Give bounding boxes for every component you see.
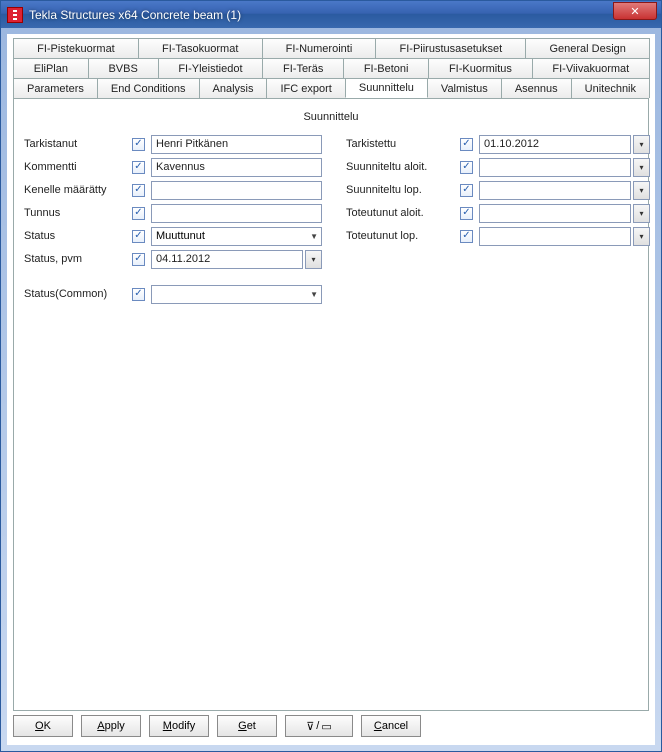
check-status[interactable]: ✓	[132, 230, 145, 243]
tab-fi-tasokuormat[interactable]: FI-Tasokuormat	[138, 38, 263, 58]
label-tarkistanut: Tarkistanut	[24, 138, 132, 150]
label-kenelle: Kenelle määrätty	[24, 184, 132, 196]
label-tarkistettu: Tarkistettu	[346, 138, 460, 150]
toggle-on-icon: ⊽	[306, 720, 314, 733]
input-tot-aloit[interactable]	[479, 204, 631, 223]
input-tunnus[interactable]	[151, 204, 322, 223]
apply-button[interactable]: Apply	[81, 715, 141, 737]
tab-unitechnik[interactable]: Unitechnik	[571, 78, 650, 98]
input-statuspvm[interactable]	[151, 250, 303, 269]
label-suun-lop: Suunniteltu lop.	[346, 184, 460, 196]
check-kommentti[interactable]: ✓	[132, 161, 145, 174]
tab-general-design[interactable]: General Design	[525, 38, 650, 58]
modify-button[interactable]: Modify	[149, 715, 209, 737]
tab-strip: FI-Pistekuormat FI-Tasokuormat FI-Numero…	[13, 38, 649, 98]
check-suun-lop[interactable]: ✓	[460, 184, 473, 197]
label-kommentti: Kommentti	[24, 161, 132, 173]
tab-fi-pistekuormat[interactable]: FI-Pistekuormat	[13, 38, 139, 58]
toggle-on-off[interactable]: ⊽ / ▭	[285, 715, 353, 737]
label-status: Status	[24, 230, 132, 242]
combo-statuscommon[interactable]: ▼	[151, 285, 322, 304]
date-dropdown-statuspvm[interactable]: ▾	[305, 250, 322, 269]
tab-ifc-export[interactable]: IFC export	[266, 78, 345, 98]
tab-analysis[interactable]: Analysis	[199, 78, 268, 98]
tab-parameters[interactable]: Parameters	[13, 78, 98, 98]
app-icon	[7, 7, 23, 23]
tab-bvbs[interactable]: BVBS	[88, 58, 159, 78]
combo-status-value: Muuttunut	[156, 230, 205, 242]
window-title: Tekla Structures x64 Concrete beam (1)	[29, 8, 613, 22]
date-dropdown-suun-lop[interactable]: ▾	[633, 181, 650, 200]
input-suun-lop[interactable]	[479, 181, 631, 200]
combo-status[interactable]: Muuttunut ▼	[151, 227, 322, 246]
close-button[interactable]: ✕	[613, 2, 657, 20]
toggle-divider: /	[316, 720, 319, 732]
check-statuspvm[interactable]: ✓	[132, 253, 145, 266]
tab-end-conditions[interactable]: End Conditions	[97, 78, 200, 98]
label-tunnus: Tunnus	[24, 207, 132, 219]
check-tot-lop[interactable]: ✓	[460, 230, 473, 243]
input-tarkistanut[interactable]	[151, 135, 322, 154]
check-statuscommon[interactable]: ✓	[132, 288, 145, 301]
chevron-down-icon: ▼	[310, 290, 318, 299]
check-tarkistanut[interactable]: ✓	[132, 138, 145, 151]
label-statuscommon: Status(Common)	[24, 288, 132, 300]
tab-fi-kuormitus[interactable]: FI-Kuormitus	[428, 58, 532, 78]
date-dropdown-suun-aloit[interactable]: ▾	[633, 158, 650, 177]
input-suun-aloit[interactable]	[479, 158, 631, 177]
check-tunnus[interactable]: ✓	[132, 207, 145, 220]
client-area: FI-Pistekuormat FI-Tasokuormat FI-Numero…	[1, 28, 661, 751]
tab-valmistus[interactable]: Valmistus	[427, 78, 502, 98]
check-kenelle[interactable]: ✓	[132, 184, 145, 197]
toggle-off-icon: ▭	[321, 720, 331, 733]
cancel-button[interactable]: Cancel	[361, 715, 421, 737]
input-tot-lop[interactable]	[479, 227, 631, 246]
check-suun-aloit[interactable]: ✓	[460, 161, 473, 174]
date-dropdown-tot-lop[interactable]: ▾	[633, 227, 650, 246]
tab-fi-numerointi[interactable]: FI-Numerointi	[262, 38, 377, 58]
titlebar: Tekla Structures x64 Concrete beam (1) ✕	[1, 1, 661, 29]
left-column: Tarkistanut ✓ Kommentti ✓ Kenelle määrät…	[24, 133, 322, 306]
tab-fi-teras[interactable]: FI-Teräs	[262, 58, 344, 78]
right-column: Tarkistettu ✓ ▾ Suunniteltu aloit. ✓ ▾	[346, 133, 650, 306]
tab-suunnittelu[interactable]: Suunnittelu	[345, 78, 428, 98]
tab-fi-yleistiedot[interactable]: FI-Yleistiedot	[158, 58, 264, 78]
date-dropdown-tot-aloit[interactable]: ▾	[633, 204, 650, 223]
input-tarkistettu[interactable]	[479, 135, 631, 154]
label-suun-aloit: Suunniteltu aloit.	[346, 161, 460, 173]
tab-fi-viivakuormat[interactable]: FI-Viivakuormat	[532, 58, 650, 78]
input-kommentti[interactable]	[151, 158, 322, 177]
check-tarkistettu[interactable]: ✓	[460, 138, 473, 151]
button-bar: OK Apply Modify Get ⊽ / ▭ Cancel	[13, 711, 649, 739]
get-button[interactable]: Get	[217, 715, 277, 737]
label-tot-aloit: Toteutunut aloit.	[346, 207, 460, 219]
tab-eliplan[interactable]: EliPlan	[13, 58, 89, 78]
tab-asennus[interactable]: Asennus	[501, 78, 572, 98]
tab-fi-betoni[interactable]: FI-Betoni	[343, 58, 429, 78]
tab-page-suunnittelu: Suunnittelu Tarkistanut ✓ Kommentti ✓ Ke…	[13, 98, 649, 711]
input-kenelle[interactable]	[151, 181, 322, 200]
date-dropdown-tarkistettu[interactable]: ▾	[633, 135, 650, 154]
page-title: Suunnittelu	[24, 111, 638, 123]
tab-fi-piirustusasetukset[interactable]: FI-Piirustusasetukset	[375, 38, 526, 58]
label-statuspvm: Status, pvm	[24, 253, 132, 265]
chevron-down-icon: ▼	[310, 232, 318, 241]
label-tot-lop: Toteutunut lop.	[346, 230, 460, 242]
check-tot-aloit[interactable]: ✓	[460, 207, 473, 220]
ok-button[interactable]: OK	[13, 715, 73, 737]
